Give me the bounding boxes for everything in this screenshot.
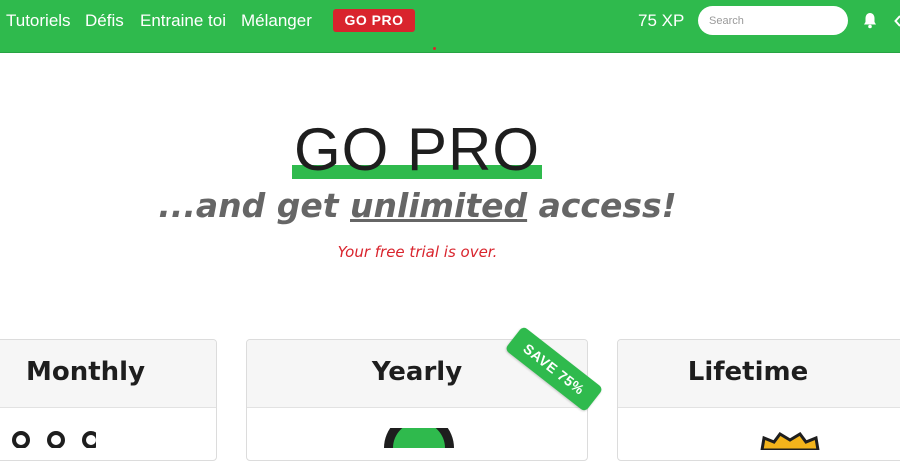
nav-link-melanger[interactable]: Mélanger [241, 11, 312, 31]
plan-card-lifetime[interactable]: Lifetime [617, 339, 900, 461]
go-pro-button[interactable]: GO PRO [333, 9, 415, 32]
hero-heading: GO PRO [292, 116, 542, 183]
nav-link-tutoriels[interactable]: Tutoriels [6, 11, 71, 31]
tagline-pre: ...and get [158, 186, 351, 225]
nav-link-entraine-toi[interactable]: Entraine toi [140, 11, 226, 31]
plan-title-lifetime: Lifetime [687, 357, 809, 387]
nav-link-defis[interactable]: Défis [85, 11, 124, 31]
hero-tagline: ...and get unlimited access! [0, 186, 835, 226]
search-input[interactable] [698, 6, 848, 35]
trial-expired-notice: Your free trial is over. [337, 243, 498, 261]
dots-icon [11, 428, 100, 453]
plan-card-monthly[interactable]: Monthly [0, 339, 217, 461]
active-indicator-dot [433, 47, 436, 50]
badge-icon [379, 413, 459, 453]
tagline-post: access! [527, 186, 677, 225]
plan-title-monthly: Monthly [25, 357, 146, 387]
tagline-emphasis: unlimited [350, 186, 528, 225]
plan-card-header: Monthly [0, 340, 216, 408]
chevron-icon[interactable] [894, 14, 900, 27]
hero-title: GO PRO [293, 116, 541, 183]
plan-card-header: Lifetime [618, 340, 900, 408]
xp-counter: 75 XP [638, 11, 685, 30]
bell-icon[interactable] [862, 12, 878, 29]
crown-icon [758, 430, 822, 455]
top-navbar: Tutoriels Défis Entraine toi Mélanger GO… [0, 0, 900, 53]
